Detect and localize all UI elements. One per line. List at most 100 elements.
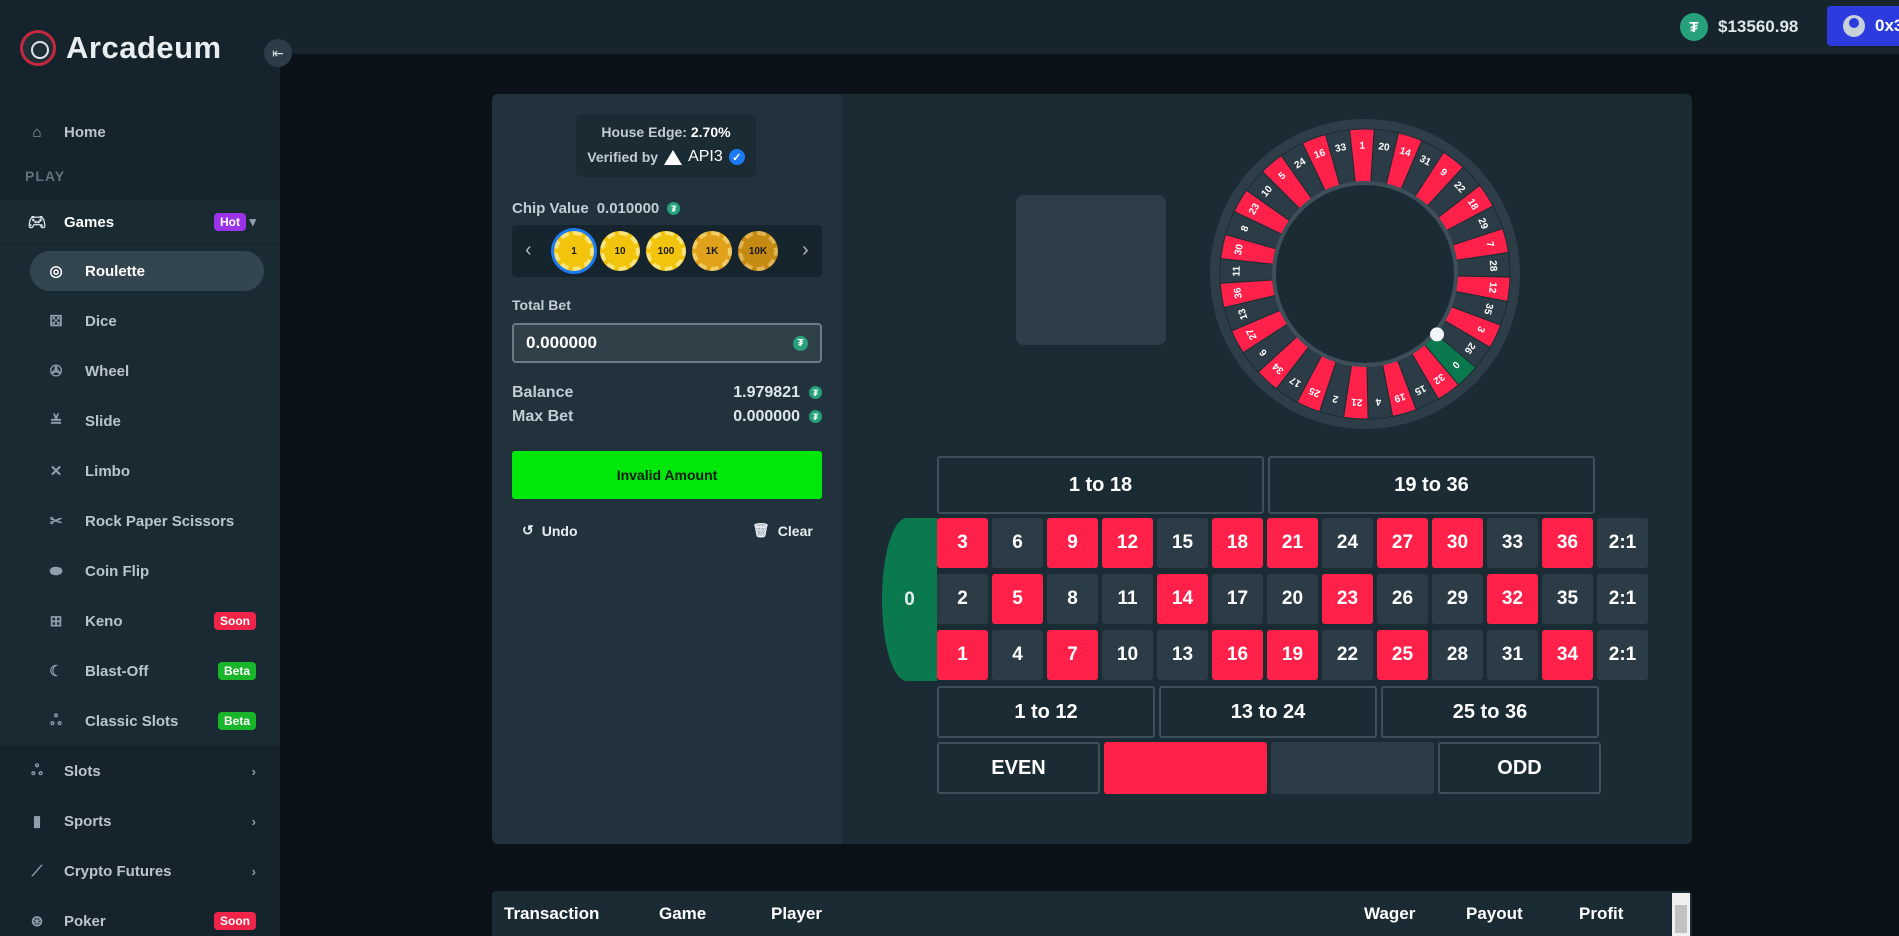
sidebar-item-home[interactable]: ⌂ Home	[0, 110, 280, 154]
chip-1k[interactable]: 1K	[692, 231, 732, 271]
sidebar-item-games[interactable]: 🎮︎ Games Hot ▾	[0, 200, 280, 244]
sidebar-item-rock-paper-scissors[interactable]: ✂ Rock Paper Scissors	[0, 499, 280, 543]
bet-number-15[interactable]: 15	[1157, 518, 1208, 568]
bet-1-to-18[interactable]: 1 to 18	[937, 456, 1264, 514]
bet-black[interactable]	[1271, 742, 1434, 794]
bet-number-17[interactable]: 17	[1212, 574, 1263, 624]
collapse-sidebar-button[interactable]: ⇤	[264, 39, 292, 67]
dice-icon: ⚄	[49, 313, 63, 330]
bet-number-32[interactable]: 32	[1487, 574, 1538, 624]
sidebar-item-label: Rock Paper Scissors	[85, 512, 235, 530]
chevron-right-icon[interactable]: ›	[802, 239, 809, 262]
bet-number-29[interactable]: 29	[1432, 574, 1483, 624]
sidebar-item-roulette[interactable]: ◎ Roulette	[30, 251, 264, 291]
bet-number-25[interactable]: 25	[1377, 630, 1428, 680]
bet-19-to-36[interactable]: 19 to 36	[1268, 456, 1595, 514]
bet-number-28[interactable]: 28	[1432, 630, 1483, 680]
chip-100[interactable]: 100	[646, 231, 686, 271]
bet-number-14[interactable]: 14	[1157, 574, 1208, 624]
bet-number-27[interactable]: 27	[1377, 518, 1428, 568]
sidebar-item-slide[interactable]: ≚ Slide	[0, 399, 280, 443]
bet-column-1[interactable]: 2:1	[1597, 518, 1648, 568]
scrollbar-thumb[interactable]	[1675, 905, 1687, 933]
bet-number-36[interactable]: 36	[1542, 518, 1593, 568]
clear-button[interactable]: 🗑︎ Clear	[752, 522, 813, 539]
sidebar-item-sports[interactable]: ▮ Sports ›	[0, 799, 280, 843]
roulette-game: House Edge: 2.70% Verified by API3 ✓ Chi…	[492, 94, 1692, 844]
bet-column-3[interactable]: 2:1	[1597, 630, 1648, 680]
max-bet-value: 0.000000	[733, 408, 800, 425]
bet-number-11[interactable]: 11	[1102, 574, 1153, 624]
sidebar-item-limbo[interactable]: ✕ Limbo	[0, 449, 280, 493]
place-bet-button[interactable]: Invalid Amount	[512, 451, 822, 499]
chip-1[interactable]: 1	[554, 231, 594, 271]
bet-number-8[interactable]: 8	[1047, 574, 1098, 624]
chevron-right-icon: ›	[251, 763, 256, 779]
bet-number-7[interactable]: 7	[1047, 630, 1098, 680]
bet-number-13[interactable]: 13	[1157, 630, 1208, 680]
sidebar-item-slots[interactable]: ஃ Slots ›	[0, 749, 280, 793]
sidebar-item-label: Wheel	[85, 362, 130, 380]
bet-number-18[interactable]: 18	[1212, 518, 1263, 568]
bet-dozen-3[interactable]: 25 to 36	[1381, 686, 1599, 738]
bet-odd[interactable]: ODD	[1438, 742, 1601, 794]
undo-button[interactable]: ↺ Undo	[522, 522, 578, 539]
sidebar-item-dice[interactable]: ⚄ Dice	[0, 299, 280, 343]
sidebar-item-crypto-futures[interactable]: ⟋ Crypto Futures ›	[0, 849, 280, 893]
bet-number-33[interactable]: 33	[1487, 518, 1538, 568]
bet-number-1[interactable]: 1	[937, 630, 988, 680]
col-game: Game	[659, 904, 707, 923]
bet-column-2[interactable]: 2:1	[1597, 574, 1648, 624]
brand-name: Arcadeum	[66, 30, 222, 65]
bet-number-26[interactable]: 26	[1377, 574, 1428, 624]
bet-number-5[interactable]: 5	[992, 574, 1043, 624]
bet-number-6[interactable]: 6	[992, 518, 1043, 568]
chip-10k[interactable]: 10K	[738, 231, 778, 271]
bet-number-2[interactable]: 2	[937, 574, 988, 624]
bet-number-24[interactable]: 24	[1322, 518, 1373, 568]
verifier-name: API3	[688, 148, 723, 165]
bet-number-4[interactable]: 4	[992, 630, 1043, 680]
bet-number-10[interactable]: 10	[1102, 630, 1153, 680]
bet-number-30[interactable]: 30	[1432, 518, 1483, 568]
bet-even[interactable]: EVEN	[937, 742, 1100, 794]
col-wager: Wager	[1364, 904, 1416, 923]
bet-number-9[interactable]: 9	[1047, 518, 1098, 568]
bet-number-34[interactable]: 34	[1542, 630, 1593, 680]
beta-badge: Beta	[217, 662, 256, 680]
house-edge-label: House Edge:	[601, 124, 687, 140]
wallet-button[interactable]: 0x39A420	[1827, 6, 1899, 46]
sidebar-item-coin-flip[interactable]: ⬬ Coin Flip	[0, 549, 280, 593]
scrollbar[interactable]	[1672, 893, 1690, 936]
logo-icon	[20, 30, 56, 66]
logo[interactable]: Arcadeum	[20, 30, 222, 66]
roulette-wheel: 0 32 15 19 4 21 2 25 17 34 6 27 13 36 11 30 8 23 10 5 24 16 33…	[1210, 119, 1520, 429]
bet-number-12[interactable]: 12	[1102, 518, 1153, 568]
chip-10[interactable]: 10	[600, 231, 640, 271]
sidebar-item-wheel[interactable]: ✇ Wheel	[0, 349, 280, 393]
bet-number-22[interactable]: 22	[1322, 630, 1373, 680]
bet-number-35[interactable]: 35	[1542, 574, 1593, 624]
balance-row: Balance 1.979821 ₮	[512, 384, 822, 402]
bet-dozen-1[interactable]: 1 to 12	[937, 686, 1155, 738]
sidebar-item-poker[interactable]: ⊛ Poker Soon	[0, 899, 280, 936]
bet-number-21[interactable]: 21	[1267, 518, 1318, 568]
sidebar-item-blast-off[interactable]: ☾ Blast-Off Beta	[0, 649, 280, 693]
bet-number-20[interactable]: 20	[1267, 574, 1318, 624]
bet-number-19[interactable]: 19	[1267, 630, 1318, 680]
verified-by-label: Verified by	[587, 149, 659, 165]
coin-icon: ⬬	[49, 562, 63, 580]
bet-number-23[interactable]: 23	[1322, 574, 1373, 624]
balance-amount: $13560.98	[1718, 17, 1799, 36]
total-bet-input[interactable]	[512, 323, 822, 363]
bet-red[interactable]	[1104, 742, 1267, 794]
sidebar-item-classic-slots[interactable]: ஃ Classic Slots Beta	[0, 699, 280, 743]
bet-number-3[interactable]: 3	[937, 518, 988, 568]
bet-zero[interactable]: 0	[882, 518, 937, 681]
bet-dozen-2[interactable]: 13 to 24	[1159, 686, 1377, 738]
chevron-left-icon[interactable]: ‹	[525, 239, 532, 262]
bet-number-16[interactable]: 16	[1212, 630, 1263, 680]
sidebar-item-keno[interactable]: ⊞ Keno Soon	[0, 599, 280, 643]
bet-number-31[interactable]: 31	[1487, 630, 1538, 680]
home-icon: ⌂	[32, 123, 42, 141]
